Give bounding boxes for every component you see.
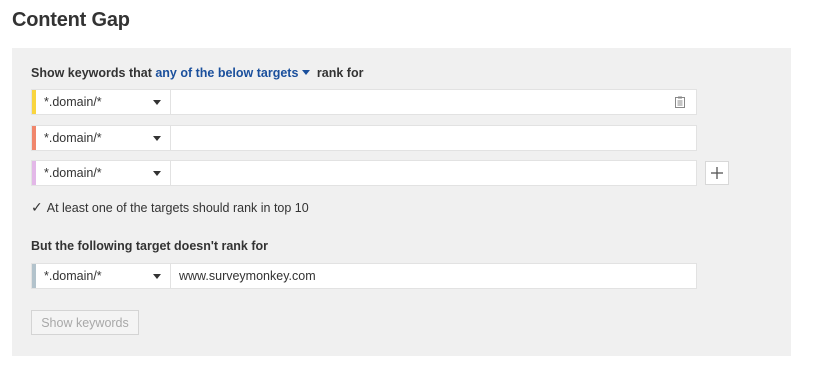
targets-label-prefix: Show keywords that — [31, 66, 152, 80]
show-keywords-button[interactable]: Show keywords — [31, 310, 139, 335]
caret-down-icon — [153, 171, 161, 176]
target-mode-select[interactable]: *.domain/* — [36, 126, 171, 150]
exclude-label: But the following target doesn't rank fo… — [31, 239, 268, 253]
add-target-button[interactable] — [705, 161, 729, 185]
top10-checkbox-label: At least one of the targets should rank … — [46, 201, 309, 215]
exclude-target-row: *.domain/* — [31, 263, 697, 289]
targets-label: Show keywords that any of the below targ… — [31, 66, 363, 80]
target-mode-value: *.domain/* — [44, 166, 102, 180]
targets-label-suffix: rank for — [316, 66, 364, 80]
target-row-1: *.domain/* — [31, 89, 697, 115]
caret-down-icon — [153, 274, 161, 279]
target-mode-value: *.domain/* — [44, 95, 102, 109]
target-row-2: *.domain/* — [31, 125, 697, 151]
page-title: Content Gap — [12, 9, 130, 31]
caret-down-icon — [153, 100, 161, 105]
exclude-mode-value: *.domain/* — [44, 269, 102, 283]
plus-icon — [711, 167, 723, 179]
content-gap-panel: Show keywords that any of the below targ… — [12, 48, 791, 356]
exclude-mode-select[interactable]: *.domain/* — [36, 264, 171, 288]
target-mode-select[interactable]: *.domain/* — [36, 90, 171, 114]
caret-down-icon — [302, 70, 311, 76]
caret-down-icon — [153, 136, 161, 141]
exclude-url-input[interactable] — [171, 264, 696, 288]
checkmark-icon[interactable]: ✓ — [31, 200, 43, 216]
top10-checkbox-row[interactable]: ✓ At least one of the targets should ran… — [31, 200, 309, 216]
clipboard-icon[interactable] — [673, 90, 687, 114]
target-mode-select[interactable]: *.domain/* — [36, 161, 171, 185]
targets-mode-dropdown[interactable]: any of the below targets — [155, 66, 313, 80]
target-url-input[interactable] — [171, 126, 696, 150]
target-url-input[interactable] — [171, 161, 696, 185]
target-url-input[interactable] — [171, 90, 673, 114]
target-mode-value: *.domain/* — [44, 131, 102, 145]
target-row-3: *.domain/* — [31, 160, 697, 186]
